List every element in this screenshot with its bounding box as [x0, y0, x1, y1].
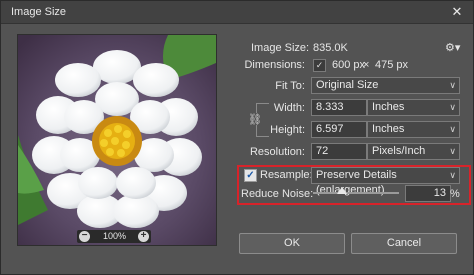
- resolution-label: Resolution:: [249, 146, 305, 158]
- fit-to-select[interactable]: Original Size ∨: [311, 77, 460, 94]
- height-unit-select[interactable]: Inches ∨: [367, 121, 460, 138]
- image-size-value: 835.0K: [313, 42, 348, 54]
- resolution-input[interactable]: 72: [311, 143, 367, 160]
- zoom-level: 100%: [103, 231, 127, 241]
- reduce-noise-input[interactable]: 13: [405, 185, 451, 202]
- fit-to-label: Fit To:: [275, 80, 305, 92]
- cancel-button[interactable]: Cancel: [351, 233, 457, 254]
- zoom-bar: − 100% +: [77, 230, 151, 243]
- dimensions-times: ×: [363, 59, 370, 71]
- reduce-noise-unit: %: [450, 188, 460, 200]
- zoom-out-icon[interactable]: −: [79, 231, 90, 242]
- resolution-unit-value: Pixels/Inch: [372, 145, 426, 157]
- height-input[interactable]: 6.597: [311, 121, 367, 138]
- resample-label: Resample:: [260, 169, 313, 181]
- resample-checkbox[interactable]: ✓: [244, 169, 257, 182]
- reduce-noise-slider-thumb[interactable]: [337, 187, 348, 194]
- resolution-unit-select[interactable]: Pixels/Inch ∨: [367, 143, 460, 160]
- height-label: Height:: [270, 124, 305, 136]
- flower-photo: [18, 35, 216, 245]
- width-unit-select[interactable]: Inches ∨: [367, 99, 460, 116]
- dimensions-label: Dimensions:: [244, 59, 305, 71]
- reduce-noise-label: Reduce Noise:: [241, 188, 314, 200]
- link-icon[interactable]: ⛓: [248, 113, 262, 126]
- close-icon[interactable]: ✕: [449, 4, 465, 20]
- ok-button[interactable]: OK: [239, 233, 345, 254]
- image-size-label: Image Size:: [251, 42, 310, 54]
- dimensions-height: 475 px: [375, 59, 409, 71]
- dimensions-units-toggle[interactable]: ✓: [313, 59, 326, 72]
- fit-to-value: Original Size: [316, 79, 379, 91]
- chevron-down-icon: ∨: [449, 102, 456, 112]
- chevron-down-icon: ∨: [449, 146, 456, 156]
- chevron-down-icon: ∨: [449, 80, 456, 90]
- chevron-down-icon: ∨: [449, 124, 456, 134]
- dialog-title: Image Size: [11, 6, 67, 18]
- gear-icon[interactable]: ⚙▾: [445, 41, 460, 54]
- image-size-dialog: Image Size ✕ − 100% + Image Size: 835.0K…: [0, 0, 474, 275]
- width-input[interactable]: 8.333: [311, 99, 367, 116]
- height-unit-value: Inches: [372, 123, 405, 135]
- zoom-in-icon[interactable]: +: [138, 231, 149, 242]
- image-preview[interactable]: [17, 34, 217, 246]
- dimensions-width: 600 px: [332, 59, 366, 71]
- reduce-noise-slider[interactable]: [313, 192, 399, 194]
- width-unit-value: Inches: [372, 101, 405, 113]
- resample-method-select[interactable]: Preserve Details (enlargement) ∨: [311, 167, 460, 196]
- title-bar[interactable]: Image Size ✕: [1, 1, 473, 24]
- chevron-down-icon: ∨: [449, 170, 456, 180]
